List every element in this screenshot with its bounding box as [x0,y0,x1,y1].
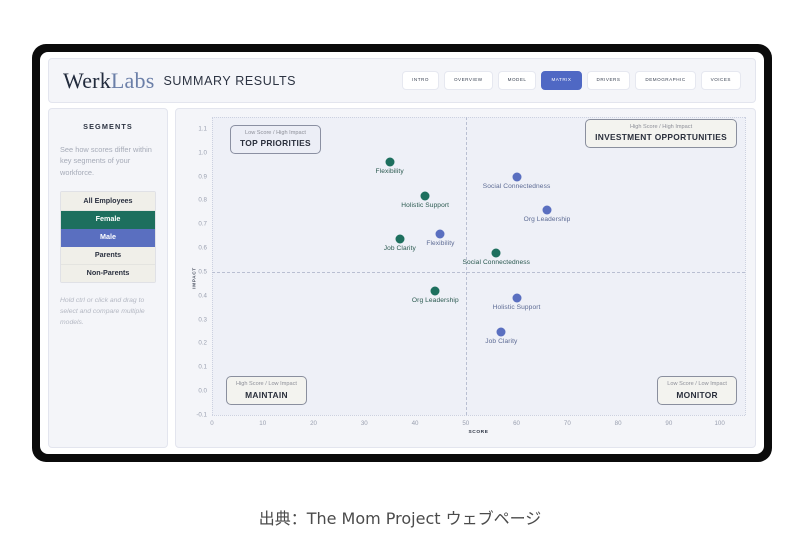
x-tick-label: 60 [513,420,521,427]
app-body: SEGMENTS See how scores differ within ke… [48,108,756,448]
nav-tabs: INTRO OVERVIEW MODEL MATRIX DRIVERS DEMOGRAPH… [402,71,741,90]
x-tick-label: 90 [665,420,673,427]
app-window: WerkLabs SUMMARY RESULTS INTRO OVERVIEW MO… [40,52,764,454]
tab-matrix[interactable]: MATRIX [541,71,582,90]
y-tick-label: -0.1 [196,411,207,419]
data-point[interactable] [420,191,430,201]
tab-drivers[interactable]: DRIVERS [586,71,631,90]
y-tick-label: 0.4 [198,292,207,300]
data-point-label: Holistic Support [492,304,541,312]
tab-intro[interactable]: INTRO [402,71,439,90]
segments-sidebar: SEGMENTS See how scores differ within ke… [48,108,168,448]
y-tick-label: 0.8 [198,196,207,204]
data-point-label: Org Leadership [411,297,459,305]
y-tick-label: 0.5 [198,268,207,276]
quadrant-top-left-main: TOP PRIORITIES [240,138,311,149]
source-caption: 出典：The Mom Project ウェブページ [258,509,542,528]
quadrant-top-right-main: INVESTMENT OPPORTUNITIES [595,132,727,143]
plot-right-edge [745,117,746,415]
y-tick-label: 0.1 [198,363,207,371]
tab-demographic[interactable]: DEMOGRAPHIC [635,71,696,90]
x-tick-label: 40 [411,420,419,427]
y-tick-label: 0.7 [198,220,207,228]
data-point[interactable] [385,157,395,167]
data-point[interactable] [491,248,501,258]
x-tick-label: 70 [563,420,571,427]
data-point-label: Job Clarity [485,337,518,345]
quadrant-maintain: High Score / Low Impact MAINTAIN [226,376,307,405]
data-point[interactable] [496,327,506,337]
segment-item-all-employees[interactable]: All Employees [61,192,155,211]
x-tick-label: 0 [210,420,214,427]
segment-list: All Employees Female Male Parents Non-Parent… [60,191,156,283]
y-tick-label: 1.1 [198,125,207,133]
quadrant-divider-horizontal [212,271,745,273]
x-tick-label: 100 [714,420,725,427]
x-tick-label: 30 [360,420,368,427]
y-tick-label: 0.2 [198,339,207,347]
quadrant-bottom-right-main: MONITOR [676,389,718,400]
logo-werk: Werk [63,67,111,93]
plot-top-edge [212,117,745,118]
segment-item-non-parents[interactable]: Non-Parents [61,264,155,282]
page-title: SUMMARY RESULTS [163,73,297,88]
x-tick-label: 80 [614,420,622,427]
data-point-label: Job Clarity [383,244,416,252]
data-point-label: Org Leadership [523,215,571,223]
data-point[interactable] [512,172,522,182]
data-point-label: Flexibility [375,168,404,176]
werklabs-logo: WerkLabs [63,68,154,94]
y-axis-label: IMPACT [192,267,198,289]
y-tick-label: 0.6 [198,244,207,252]
y-tick-label: 1.0 [198,149,207,157]
tab-model[interactable]: MODEL [497,71,537,90]
quadrant-top-right-sub: High Score / High Impact [629,124,693,130]
quadrant-bottom-left-sub: High Score / Low Impact [236,381,297,388]
plot-bottom-edge [212,415,745,416]
data-point-label: Social Connectedness [462,258,531,266]
x-axis-label: SCORE [468,430,489,435]
quadrant-monitor: Low Score / Low Impact MONITOR [657,376,737,405]
quadrant-investment-opportunities: High Score / High Impact INVESTMENT OPPO… [585,119,737,148]
data-point[interactable] [542,205,552,215]
quadrant-top-left-sub: Low Score / High Impact [244,130,306,136]
data-point-label: Holistic Support [401,201,450,209]
x-tick-label: 10 [259,420,267,427]
y-tick-label: 0.9 [198,173,207,181]
segment-item-female[interactable]: Female [61,210,155,229]
plot-inner: 1.1 1.0 0.9 0.8 0.7 0.6 0.5 0.4 0.3 0.2 0.1 0.0 -0.1… [196,117,746,427]
data-point[interactable] [430,286,440,296]
tab-voices[interactable]: VOICES [700,71,741,90]
sidebar-title: SEGMENTS [83,122,133,131]
data-point[interactable] [395,234,405,244]
logo-labs: Labs [110,67,155,93]
y-tick-label: 0.3 [198,316,207,324]
quadrant-bottom-right-sub: Low Score / Low Impact [667,381,727,388]
plot-left-edge [212,117,213,415]
device-frame: WerkLabs SUMMARY RESULTS INTRO OVERVIEW MO… [32,44,772,462]
x-tick-label: 50 [462,420,470,427]
quadrant-bottom-left-main: MAINTAIN [245,389,288,400]
segment-item-parents[interactable]: Parents [61,246,155,265]
tab-overview[interactable]: OVERVIEW [443,71,493,90]
quadrant-top-priorities: Low Score / High Impact TOP PRIORITIES [230,125,321,154]
app-header: WerkLabs SUMMARY RESULTS INTRO OVERVIEW MO… [48,58,756,103]
quadrant-divider-vertical [465,117,467,415]
segment-item-male[interactable]: Male [61,228,155,247]
sidebar-hint: Hold ctrl or click and drag to select an… [60,296,145,326]
data-point[interactable] [435,229,445,239]
page-root: WerkLabs SUMMARY RESULTS INTRO OVERVIEW MO… [0,0,800,557]
matrix-chart-panel: IMPACT 1.1 1.0 0.9 0.8 0.7 0.6 0.5 0.4 0.3 0.2 0.1… [175,108,756,448]
data-point-label: Social Connectedness [482,182,551,190]
scatter-plot-area: 1.1 1.0 0.9 0.8 0.7 0.6 0.5 0.4 0.3 0.2 0.1 0.0 -0.1… [196,117,746,435]
y-tick-label: 0.0 [198,387,207,395]
sidebar-description: See how scores differ within key segment… [60,145,152,177]
data-point-label: Flexibility [426,239,455,247]
data-point[interactable] [512,293,522,303]
x-tick-label: 20 [310,420,317,427]
